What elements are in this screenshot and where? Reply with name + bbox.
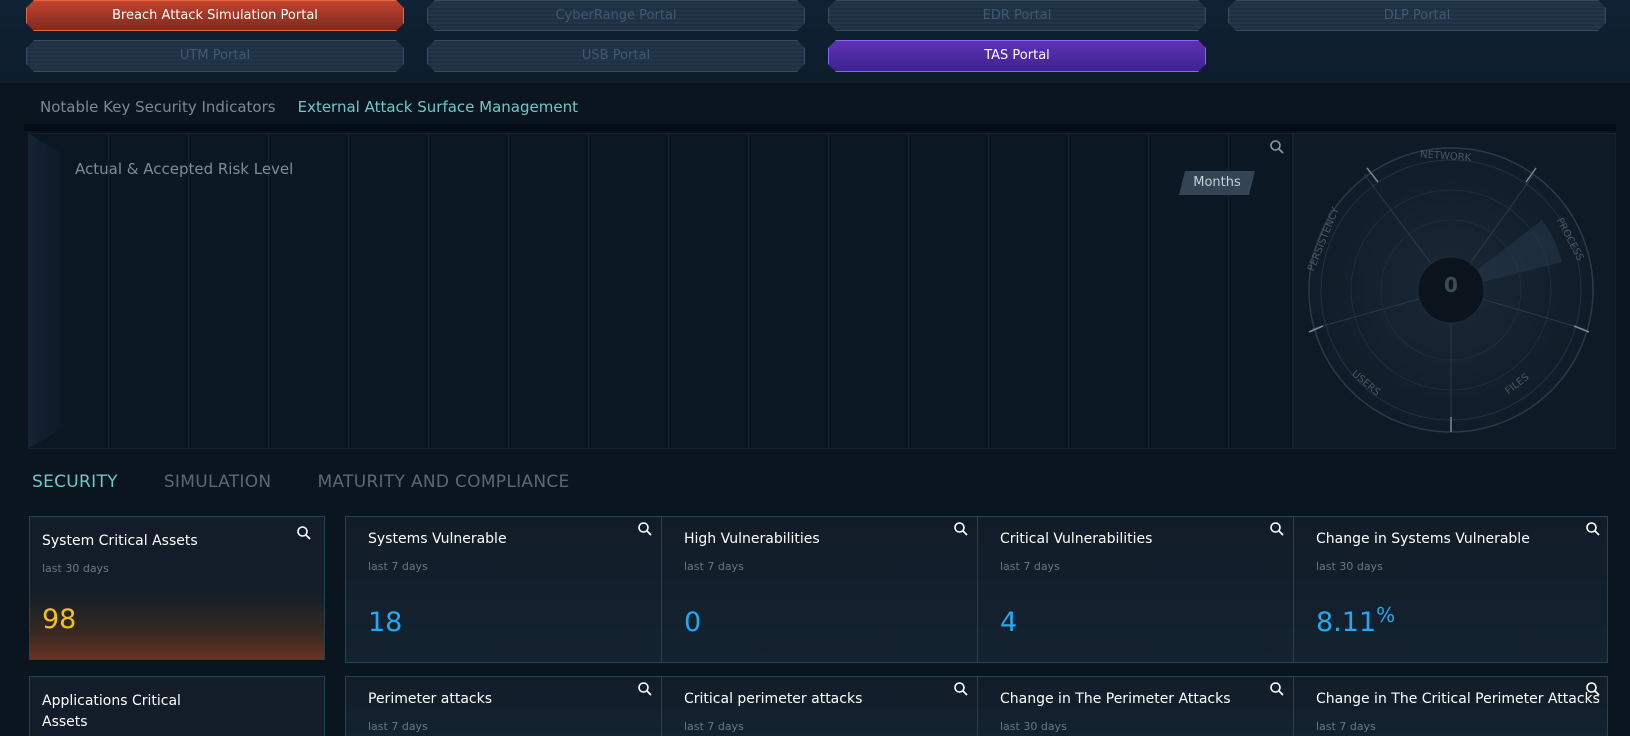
- card-title-line2: Assets: [42, 714, 88, 730]
- portal-button-dlp[interactable]: DLP Portal: [1228, 0, 1606, 31]
- search-icon[interactable]: [637, 521, 653, 541]
- portal-button-cyberrange[interactable]: CyberRange Portal: [427, 0, 805, 31]
- radar-panel: 0 NETWORK PROCESS FILES USERS PERSISTENC…: [1293, 133, 1616, 449]
- portal-button-edr[interactable]: EDR Portal: [828, 0, 1206, 31]
- card-period: last 7 days: [368, 720, 428, 733]
- risk-level-chart-panel: Actual & Accepted Risk Level Months: [28, 133, 1293, 449]
- card-change-in-systems-vulnerable[interactable]: Change in Systems Vulnerable last 30 day…: [1294, 517, 1609, 662]
- card-critical-vulnerabilities[interactable]: Critical Vulnerabilities last 7 days 4: [978, 517, 1293, 662]
- top-tabs: Notable Key Security Indicators External…: [40, 98, 578, 116]
- search-icon[interactable]: [953, 681, 969, 701]
- card-title: Change in Systems Vulnerable: [1316, 531, 1530, 547]
- card-period: last 7 days: [1316, 720, 1376, 733]
- card-perimeter-attacks[interactable]: Perimeter attacks last 7 days: [346, 677, 661, 736]
- card-title: High Vulnerabilities: [684, 531, 820, 547]
- card-value: 0: [684, 607, 702, 638]
- card-title: Perimeter attacks: [368, 691, 492, 707]
- card-title: Applications Critical Assets: [42, 691, 181, 733]
- card-value: 4: [1000, 607, 1018, 638]
- search-icon[interactable]: [1269, 139, 1285, 159]
- card-period: last 7 days: [368, 560, 428, 573]
- card-title: Critical Vulnerabilities: [1000, 531, 1153, 547]
- card-system-critical-assets[interactable]: System Critical Assets last 30 days 98: [29, 516, 325, 660]
- card-title: Change in The Perimeter Attacks: [1000, 691, 1231, 707]
- card-value: 8.11%: [1316, 603, 1395, 638]
- tab-simulation[interactable]: SIMULATION: [164, 472, 272, 492]
- card-change-in-critical-perimeter-attacks[interactable]: Change in The Critical Perimeter Attacks…: [1294, 677, 1609, 736]
- tab-maturity-and-compliance[interactable]: MATURITY AND COMPLIANCE: [317, 472, 569, 492]
- card-period: last 30 days: [42, 562, 109, 575]
- value-unit: %: [1376, 603, 1396, 627]
- search-icon[interactable]: [953, 521, 969, 541]
- card-systems-vulnerable[interactable]: Systems Vulnerable last 7 days 18: [346, 517, 661, 662]
- card-title: Critical perimeter attacks: [684, 691, 863, 707]
- tab-security[interactable]: SECURITY: [32, 472, 118, 492]
- card-applications-critical-assets[interactable]: Applications Critical Assets: [29, 676, 325, 736]
- section-tabs: SECURITY SIMULATION MATURITY AND COMPLIA…: [32, 472, 570, 492]
- card-period: last 30 days: [1316, 560, 1383, 573]
- card-value: 98: [42, 604, 77, 635]
- search-icon[interactable]: [1585, 681, 1601, 701]
- search-icon[interactable]: [296, 525, 312, 545]
- tab-external-attack-surface-management[interactable]: External Attack Surface Management: [298, 98, 578, 116]
- chart-title: Actual & Accepted Risk Level: [75, 160, 294, 178]
- portal-button-utm[interactable]: UTM Portal: [26, 40, 404, 72]
- card-value: 18: [368, 607, 403, 638]
- panel-edge-decoration: [29, 134, 61, 448]
- search-icon[interactable]: [1269, 521, 1285, 541]
- card-title: Systems Vulnerable: [368, 531, 507, 547]
- kpi-strip-row2: Perimeter attacks last 7 days Critical p…: [345, 676, 1608, 736]
- card-period: last 7 days: [684, 720, 744, 733]
- period-select-button[interactable]: Months: [1179, 171, 1255, 195]
- tab-notable-key-security-indicators[interactable]: Notable Key Security Indicators: [40, 98, 276, 116]
- search-icon[interactable]: [637, 681, 653, 701]
- radar-center-value: 0: [1444, 273, 1458, 297]
- divider: [24, 124, 1616, 131]
- portal-button-breach-attack-simulation[interactable]: Breach Attack Simulation Portal: [26, 0, 404, 31]
- kpi-strip-row1: Systems Vulnerable last 7 days 18 High V…: [345, 516, 1608, 663]
- card-period: last 30 days: [1000, 720, 1067, 733]
- value-number: 8.11: [1316, 607, 1377, 638]
- card-title-line1: Applications Critical: [42, 693, 181, 709]
- portal-bar: Breach Attack Simulation Portal CyberRan…: [0, 0, 1630, 83]
- card-change-in-perimeter-attacks[interactable]: Change in The Perimeter Attacks last 30 …: [978, 677, 1293, 736]
- portal-button-tas[interactable]: TAS Portal: [828, 40, 1206, 72]
- card-critical-perimeter-attacks[interactable]: Critical perimeter attacks last 7 days: [662, 677, 977, 736]
- portal-button-usb[interactable]: USB Portal: [427, 40, 805, 72]
- card-title: System Critical Assets: [42, 533, 198, 549]
- card-title: Change in The Critical Perimeter Attacks: [1316, 691, 1600, 707]
- card-high-vulnerabilities[interactable]: High Vulnerabilities last 7 days 0: [662, 517, 977, 662]
- chart-background-grid: [29, 134, 1292, 448]
- search-icon[interactable]: [1269, 681, 1285, 701]
- card-period: last 7 days: [684, 560, 744, 573]
- card-period: last 7 days: [1000, 560, 1060, 573]
- search-icon[interactable]: [1585, 521, 1601, 541]
